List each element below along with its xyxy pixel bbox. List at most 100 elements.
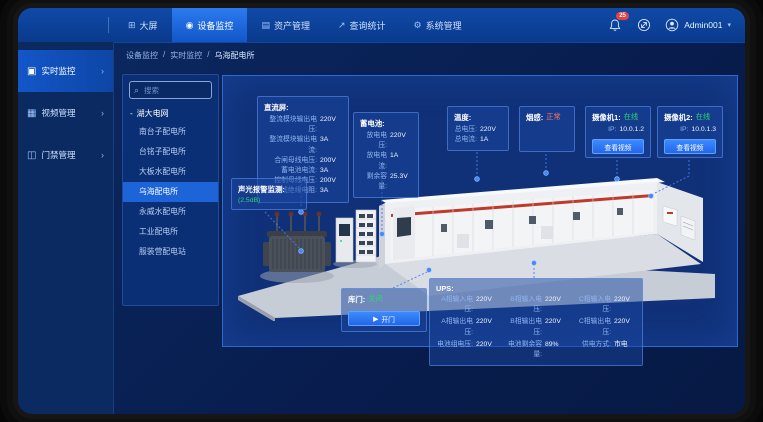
chevron-right-icon: › xyxy=(101,66,104,76)
tree-search-input[interactable] xyxy=(142,85,207,96)
metric-label: 剩余容量: xyxy=(360,172,387,192)
metric-value: 3A xyxy=(320,135,342,145)
monitor-icon: ◉ xyxy=(186,20,194,31)
smoke-status: 正常 xyxy=(546,112,560,125)
metric-value: 220V xyxy=(390,131,412,141)
sidebar-item-access-control[interactable]: ◫ 门禁管理 › xyxy=(18,134,113,176)
metric-label: A相输入电压: xyxy=(436,295,473,315)
avatar-icon xyxy=(665,18,679,32)
metric-value: 3A xyxy=(320,166,342,176)
tab-label: 设备监控 xyxy=(197,19,233,32)
metric-label: 总电压: xyxy=(454,125,477,135)
ip-label: IP: xyxy=(664,125,688,135)
metric-label: 整流模块输出电流: xyxy=(264,135,317,155)
screen-icon: ⊞ xyxy=(128,20,136,31)
card-title: 库门: xyxy=(348,294,365,305)
tree-item-station[interactable]: 服装营配电站 xyxy=(123,242,218,262)
station-3d-panel: 直流屏: 整流模块输出电压:220V 整流模块输出电流:3A 合闸母线电压:20… xyxy=(222,75,738,347)
door-status: 关闭 xyxy=(368,294,382,307)
sidebar-item-realtime-monitoring[interactable]: ▣ 实时监控 › xyxy=(18,50,113,92)
camera-status: 在线 xyxy=(624,112,638,125)
tree-item-station[interactable]: 大板水配电所 xyxy=(123,162,218,182)
tab-system-management[interactable]: ⚙ 系统管理 xyxy=(400,8,476,42)
sidebar-item-label: 门禁管理 xyxy=(41,149,75,161)
metric-value: 25.3V xyxy=(390,172,412,182)
tree-item-station[interactable]: 南台子配电所 xyxy=(123,122,218,142)
camera1-card: 摄像机1: 在线 IP:10.0.1.2 查看视频 xyxy=(585,106,651,158)
notification-badge: 25 xyxy=(616,12,629,20)
tab-query-statistics[interactable]: ↗ 查询统计 xyxy=(324,8,400,42)
metric-value: 220V xyxy=(614,295,636,305)
metric-label: 电池组电压: xyxy=(436,340,473,350)
card-title: 摄像机2: xyxy=(664,112,693,123)
metric-label: 电池剩余容量: xyxy=(505,340,542,360)
tree-item-station[interactable]: 永威水配电所 xyxy=(123,202,218,222)
metric-label: 合闸母线电压: xyxy=(264,156,317,166)
tab-dashboard[interactable]: ⊞ 大屏 xyxy=(114,8,172,42)
metric-label: 总电流: xyxy=(454,135,477,145)
top-nav: ⊞ 大屏 ◉ 设备监控 ▤ 资产管理 ↗ 查询统计 ⚙ 系统管理 xyxy=(114,8,476,42)
sidebar-item-label: 视频管理 xyxy=(41,107,75,119)
door-open-icon: ▶ xyxy=(373,315,378,323)
metric-value: 1A xyxy=(390,151,412,161)
smoke-sensor-card: 烟感: 正常 xyxy=(519,106,575,152)
metric-label: 供电方式: xyxy=(574,340,611,350)
tree-item-station[interactable]: 工业配电所 xyxy=(123,222,218,242)
tab-asset-management[interactable]: ▤ 资产管理 xyxy=(247,8,324,42)
ip-label: IP: xyxy=(592,125,616,135)
ip-value: 10.0.1.2 xyxy=(619,125,644,135)
search-icon: ⌕ xyxy=(134,85,139,96)
fullscreen-icon xyxy=(637,18,651,32)
metric-value: 220V xyxy=(614,317,636,327)
tree-root-node[interactable]: - 湖大电网 xyxy=(123,105,218,122)
top-right-cluster: 25 Admin001 ▾ xyxy=(607,8,731,42)
breadcrumb-item[interactable]: 实时监控 xyxy=(170,50,202,61)
open-door-button[interactable]: ▶ 开门 xyxy=(348,311,420,326)
view-video-button[interactable]: 查看视频 xyxy=(664,139,716,154)
chevron-down-icon: ▾ xyxy=(727,21,731,29)
metric-value: 89% xyxy=(545,340,567,350)
chevron-right-icon: › xyxy=(101,150,104,160)
tab-label: 大屏 xyxy=(140,19,158,32)
metric-label: B相输入电压: xyxy=(505,295,542,315)
temperature-card: 温度: 总电压:220V 总电流:1A xyxy=(447,106,509,151)
card-title: 蓄电池: xyxy=(360,118,412,129)
button-label: 开门 xyxy=(381,314,395,324)
tree-item-station-selected[interactable]: 乌海配电所 xyxy=(123,182,218,202)
tree-root-label: 湖大电网 xyxy=(137,108,169,119)
sidebar-item-video-management[interactable]: ▦ 视频管理 › xyxy=(18,92,113,134)
metric-value: 200V xyxy=(320,176,342,186)
sidebar: ▣ 实时监控 › ▦ 视频管理 › ◫ 门禁管理 › xyxy=(18,42,114,414)
notification-bell-button[interactable]: 25 xyxy=(607,17,623,33)
door-icon: ◫ xyxy=(27,150,36,161)
top-nav-bar: ⊞ 大屏 ◉ 设备监控 ▤ 资产管理 ↗ 查询统计 ⚙ 系统管理 xyxy=(18,8,745,43)
tab-device-monitoring[interactable]: ◉ 设备监控 xyxy=(172,8,248,42)
app-window: ⊞ 大屏 ◉ 设备监控 ▤ 资产管理 ↗ 查询统计 ⚙ 系统管理 xyxy=(18,8,745,414)
card-title: 摄像机1: xyxy=(592,112,621,123)
card-title: 烟感: xyxy=(526,112,543,123)
tab-label: 系统管理 xyxy=(426,19,462,32)
metric-label: 放电电压: xyxy=(360,131,387,151)
nav-divider xyxy=(108,17,109,33)
user-menu[interactable]: Admin001 ▾ xyxy=(665,18,731,32)
metric-value: 3A xyxy=(320,186,342,196)
collapse-icon: - xyxy=(130,109,133,118)
view-video-button[interactable]: 查看视频 xyxy=(592,139,644,154)
metric-value: 220V xyxy=(476,340,498,350)
realtime-monitor-icon: ▣ xyxy=(27,66,36,77)
video-icon: ▦ xyxy=(27,108,36,119)
button-label: 查看视频 xyxy=(604,142,631,152)
breadcrumb-separator: / xyxy=(163,50,165,61)
metric-label: B相输出电压: xyxy=(505,317,542,337)
metric-value: 220V xyxy=(320,115,342,125)
card-title: 直流屏: xyxy=(264,102,342,113)
metric-value: 220V xyxy=(545,295,567,305)
breadcrumb: 设备监控 / 实时监控 / 乌海配电所 xyxy=(126,50,254,61)
tree-item-station[interactable]: 台铭子配电所 xyxy=(123,142,218,162)
metric-label: C相输出电压: xyxy=(574,317,611,337)
fullscreen-button[interactable] xyxy=(636,17,652,33)
metric-value: 1A xyxy=(480,135,502,145)
metric-value: 200V xyxy=(320,156,342,166)
tab-label: 查询统计 xyxy=(350,19,386,32)
breadcrumb-item[interactable]: 设备监控 xyxy=(126,50,158,61)
